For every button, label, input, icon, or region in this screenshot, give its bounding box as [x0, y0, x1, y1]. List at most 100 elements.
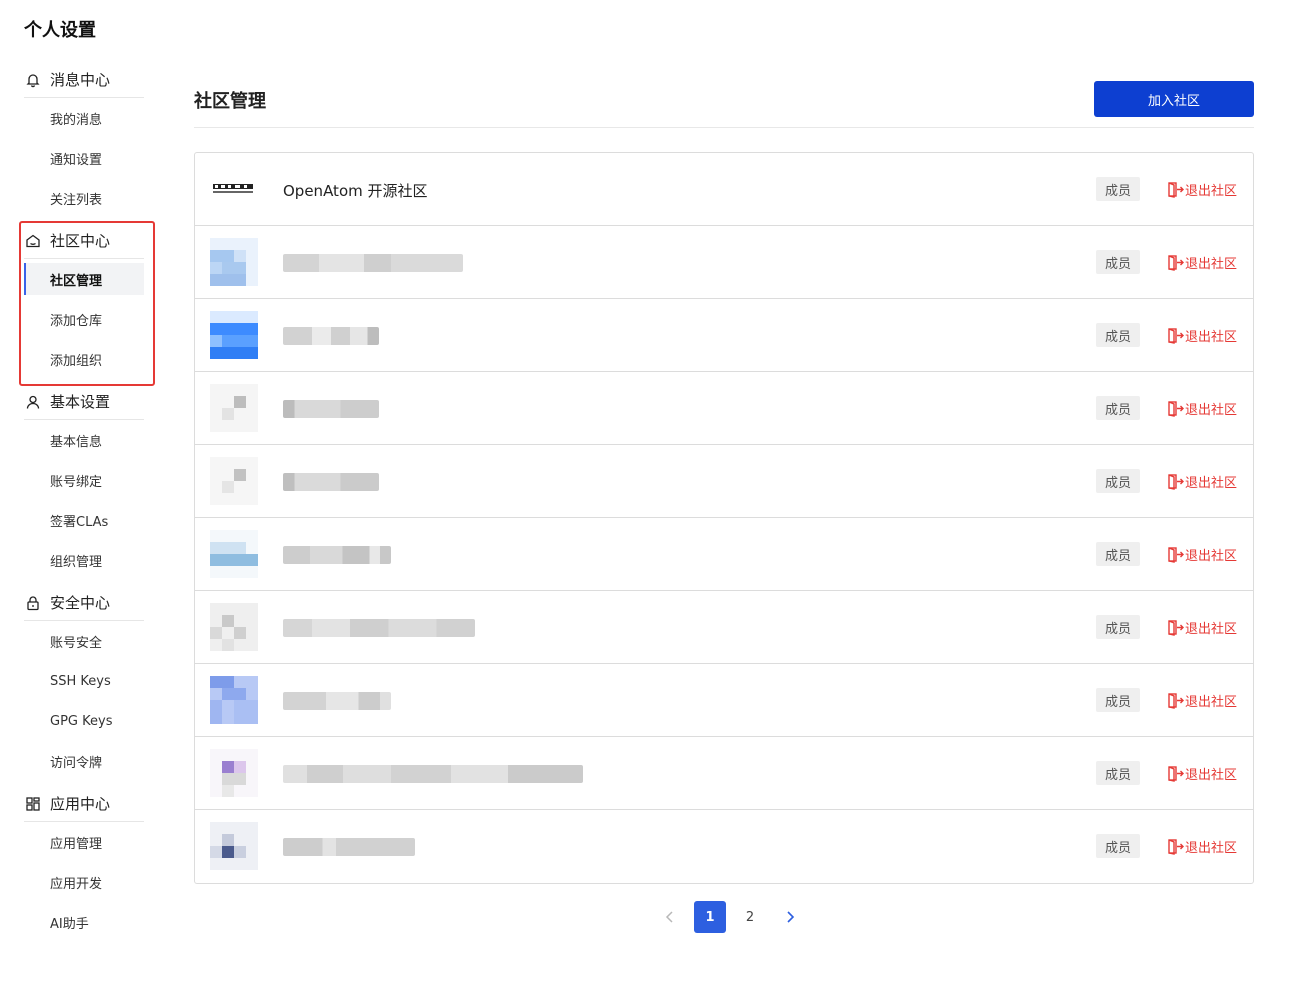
group-header-community-center[interactable]: 社区中心: [24, 223, 144, 259]
role-badge: 成员: [1096, 177, 1140, 201]
chevron-right-icon: [787, 911, 795, 923]
sidebar-group-message-center: 消息中心 我的消息 通知设置 关注列表: [24, 62, 144, 218]
exit-community-button[interactable]: 退出社区: [1167, 837, 1237, 856]
sidebar-item-notification-settings[interactable]: 通知设置: [24, 138, 144, 178]
pagination-next-button[interactable]: [774, 901, 806, 933]
exit-community-button[interactable]: 退出社区: [1167, 253, 1237, 272]
group-label: 消息中心: [50, 71, 111, 89]
sidebar-group-basic-settings: 基本设置 基本信息 账号绑定 签署CLAs 组织管理: [24, 384, 144, 580]
exit-community-button[interactable]: 退出社区: [1167, 618, 1237, 637]
role-badge: 成员: [1096, 834, 1140, 858]
group-header-security-center[interactable]: 安全中心: [24, 585, 144, 621]
list-item: 成员 退出社区: [195, 591, 1253, 664]
blurred-community-name: [283, 327, 379, 345]
bell-icon: [24, 71, 42, 89]
sidebar-item-follow-list[interactable]: 关注列表: [24, 178, 144, 218]
sidebar-item-sign-clas[interactable]: 签署CLAs: [24, 500, 144, 540]
sidebar-item-org-management[interactable]: 组织管理: [24, 540, 144, 580]
blurred-community-name: [283, 546, 391, 564]
exit-community-button[interactable]: 退出社区: [1167, 545, 1237, 564]
sidebar-group-community-center: 社区中心 社区管理 添加仓库 添加组织: [24, 223, 144, 379]
exit-label: 退出社区: [1184, 330, 1237, 345]
exit-label: 退出社区: [1184, 841, 1237, 856]
sidebar-item-ssh-keys[interactable]: SSH Keys: [24, 661, 144, 701]
lock-icon: [24, 594, 42, 612]
openatom-logo: [213, 184, 253, 193]
exit-icon: [1168, 839, 1184, 855]
pagination-prev-button[interactable]: [654, 901, 686, 933]
community-avatar: [210, 311, 258, 359]
exit-community-button[interactable]: 退出社区: [1167, 691, 1237, 710]
list-item: 成员 退出社区: [195, 226, 1253, 299]
exit-icon: [1168, 620, 1184, 636]
join-community-button[interactable]: 加入社区: [1094, 81, 1254, 117]
group-label: 应用中心: [50, 795, 111, 813]
sidebar-item-access-tokens[interactable]: 访问令牌: [24, 741, 144, 781]
role-badge: 成员: [1096, 615, 1140, 639]
exit-icon: [1168, 474, 1184, 490]
exit-label: 退出社区: [1184, 622, 1237, 637]
sidebar: 消息中心 我的消息 通知设置 关注列表 社区中心 社区管理 添加仓库 添加组织 …: [24, 62, 144, 942]
exit-icon: [1168, 766, 1184, 782]
role-badge: 成员: [1096, 250, 1140, 274]
exit-label: 退出社区: [1184, 695, 1237, 710]
list-item: OpenAtom 开源社区 成员 退出社区: [195, 153, 1253, 226]
main-header: 社区管理 加入社区: [194, 81, 1254, 128]
list-item: 成员 退出社区: [195, 737, 1253, 810]
group-label: 安全中心: [50, 594, 111, 612]
pagination-page-1[interactable]: 1: [694, 901, 726, 933]
group-header-basic-settings[interactable]: 基本设置: [24, 384, 144, 420]
community-avatar: [210, 384, 258, 432]
community-avatar: [210, 749, 258, 797]
sidebar-group-security-center: 安全中心 账号安全 SSH Keys GPG Keys 访问令牌: [24, 585, 144, 781]
community-name: OpenAtom 开源社区: [283, 182, 428, 200]
role-badge: 成员: [1096, 396, 1140, 420]
exit-community-button[interactable]: 退出社区: [1167, 180, 1237, 199]
exit-community-button[interactable]: 退出社区: [1167, 764, 1237, 783]
community-avatar: [210, 530, 258, 578]
exit-community-button[interactable]: 退出社区: [1167, 326, 1237, 345]
exit-icon: [1168, 182, 1184, 198]
group-label: 基本设置: [50, 393, 111, 411]
list-item: 成员 退出社区: [195, 518, 1253, 591]
sidebar-item-account-security[interactable]: 账号安全: [24, 621, 144, 661]
sidebar-item-add-repository[interactable]: 添加仓库: [24, 299, 144, 339]
exit-icon: [1168, 547, 1184, 563]
exit-community-button[interactable]: 退出社区: [1167, 472, 1237, 491]
list-item: 成员 退出社区: [195, 445, 1253, 518]
user-icon: [24, 393, 42, 411]
sidebar-item-community-management[interactable]: 社区管理: [24, 263, 144, 295]
exit-label: 退出社区: [1184, 403, 1237, 418]
blurred-community-name: [283, 254, 463, 272]
list-item: 成员 退出社区: [195, 664, 1253, 737]
role-badge: 成员: [1096, 761, 1140, 785]
pagination: 1 2: [650, 901, 810, 933]
sidebar-item-app-development[interactable]: 应用开发: [24, 862, 144, 902]
exit-community-button[interactable]: 退出社区: [1167, 399, 1237, 418]
exit-icon: [1168, 255, 1184, 271]
community-list: OpenAtom 开源社区 成员 退出社区 成员 退出社区 成员 退出社区 成员…: [194, 152, 1254, 884]
list-item: 成员 退出社区: [195, 810, 1253, 883]
community-avatar: [210, 822, 258, 870]
sidebar-item-basic-info[interactable]: 基本信息: [24, 420, 144, 460]
community-avatar: [210, 457, 258, 505]
sidebar-group-app-center: 应用中心 应用管理 应用开发 AI助手: [24, 786, 144, 942]
sidebar-item-add-organization[interactable]: 添加组织: [24, 339, 144, 379]
exit-icon: [1168, 328, 1184, 344]
exit-label: 退出社区: [1184, 476, 1237, 491]
group-header-message-center[interactable]: 消息中心: [24, 62, 144, 98]
sidebar-item-gpg-keys[interactable]: GPG Keys: [24, 701, 144, 741]
exit-label: 退出社区: [1184, 549, 1237, 564]
exit-icon: [1168, 693, 1184, 709]
exit-label: 退出社区: [1184, 257, 1237, 272]
sidebar-item-app-management[interactable]: 应用管理: [24, 822, 144, 862]
sidebar-item-my-messages[interactable]: 我的消息: [24, 98, 144, 138]
group-label: 社区中心: [50, 232, 111, 250]
group-header-app-center[interactable]: 应用中心: [24, 786, 144, 822]
sidebar-item-account-binding[interactable]: 账号绑定: [24, 460, 144, 500]
role-badge: 成员: [1096, 542, 1140, 566]
pagination-page-2[interactable]: 2: [734, 901, 766, 933]
sidebar-item-ai-assistant[interactable]: AI助手: [24, 902, 144, 942]
role-badge: 成员: [1096, 469, 1140, 493]
chevron-left-icon: [665, 911, 673, 923]
